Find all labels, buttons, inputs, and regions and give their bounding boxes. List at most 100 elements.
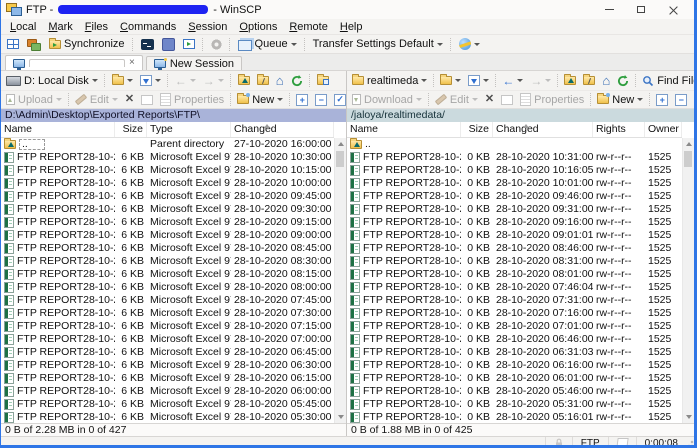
- session-tab-active[interactable]: ×: [5, 55, 143, 70]
- file-row[interactable]: FTP REPORT28-10-20... 6 KB Microsoft Exc…: [1, 385, 334, 398]
- minimize-button[interactable]: [593, 1, 625, 18]
- resize-grip-icon[interactable]: [686, 437, 694, 448]
- file-row[interactable]: FTP REPORT28-10-20... 6 KB Microsoft Exc…: [1, 177, 334, 190]
- notifications-status[interactable]: [608, 437, 636, 448]
- remote-home-directory-button[interactable]: ⌂: [599, 73, 613, 89]
- scroll-thumb[interactable]: [336, 151, 344, 167]
- preferences-button[interactable]: [208, 36, 225, 52]
- local-path-bar[interactable]: D:\Admin\Desktop\Exported Reports\FTP\: [1, 109, 346, 122]
- column-header-owner[interactable]: Owner: [645, 122, 682, 137]
- toggle-layout-button[interactable]: [4, 36, 22, 52]
- maximize-button[interactable]: [625, 1, 657, 18]
- menu-session[interactable]: Session: [182, 21, 233, 33]
- column-header-rights[interactable]: Rights: [593, 122, 645, 137]
- file-row[interactable]: FTP REPORT28-10-20... 6 KB Microsoft Exc…: [1, 268, 334, 281]
- file-row[interactable]: FTP REPORT28-10-20... 0 KB 28-10-2020 06…: [347, 372, 682, 385]
- file-row[interactable]: FTP REPORT28-10-20... 0 KB 28-10-2020 07…: [347, 307, 682, 320]
- file-row[interactable]: FTP REPORT28-10-20... 6 KB Microsoft Exc…: [1, 229, 334, 242]
- file-row[interactable]: FTP REPORT28-10-20... 0 KB 28-10-2020 10…: [347, 151, 682, 164]
- download-button[interactable]: Download: [349, 92, 425, 108]
- menu-remote[interactable]: Remote: [283, 21, 334, 33]
- file-row[interactable]: FTP REPORT28-10-20... 0 KB 28-10-2020 07…: [347, 281, 682, 294]
- file-row[interactable]: FTP REPORT28-10-20... 0 KB 28-10-2020 10…: [347, 164, 682, 177]
- scroll-down-icon[interactable]: [683, 411, 694, 423]
- file-row[interactable]: FTP REPORT28-10-20... 6 KB Microsoft Exc…: [1, 398, 334, 411]
- parent-directory-row[interactable]: ..: [347, 138, 682, 151]
- scrollbar[interactable]: [682, 138, 694, 423]
- file-row[interactable]: FTP REPORT28-10-20... 6 KB Microsoft Exc…: [1, 320, 334, 333]
- local-parent-directory-button[interactable]: [235, 73, 253, 89]
- local-forward-button[interactable]: →: [200, 73, 227, 89]
- file-row[interactable]: FTP REPORT28-10-20... 0 KB 28-10-2020 10…: [347, 177, 682, 190]
- select-add-button[interactable]: +: [293, 92, 311, 108]
- menu-options[interactable]: Options: [233, 21, 283, 33]
- column-header-size[interactable]: Size: [115, 122, 147, 137]
- tab-close-icon[interactable]: ×: [129, 58, 135, 68]
- select-remove-button[interactable]: −: [312, 92, 330, 108]
- remote-path-bar[interactable]: /jaloya/realtimedata/: [347, 109, 694, 122]
- parent-directory-row[interactable]: .. Parent directory 27-10-2020 16:00:00: [1, 138, 334, 151]
- column-header-name[interactable]: Name: [1, 122, 115, 137]
- scrollbar[interactable]: [334, 138, 346, 423]
- remote-new-button[interactable]: New: [594, 92, 646, 108]
- file-row[interactable]: FTP REPORT28-10-20... 6 KB Microsoft Exc…: [1, 359, 334, 372]
- open-in-putty-button[interactable]: [159, 36, 178, 52]
- remote-directory-combo[interactable]: realtimeda: [349, 73, 430, 89]
- rename-button[interactable]: [138, 92, 156, 108]
- remote-select-remove-button[interactable]: −: [672, 92, 690, 108]
- local-filter-button[interactable]: [137, 73, 164, 89]
- local-refresh-button[interactable]: [288, 73, 306, 89]
- file-row[interactable]: FTP REPORT28-10-20... 0 KB 28-10-2020 09…: [347, 229, 682, 242]
- remote-forward-button[interactable]: →: [527, 73, 554, 89]
- scroll-up-icon[interactable]: [335, 138, 346, 150]
- local-open-in-explorer-button[interactable]: [314, 73, 332, 89]
- remote-parent-directory-button[interactable]: [561, 73, 579, 89]
- protocol-status[interactable]: FTP: [572, 437, 608, 448]
- file-row[interactable]: FTP REPORT28-10-20... 6 KB Microsoft Exc…: [1, 203, 334, 216]
- compare-directories-button[interactable]: [24, 36, 44, 52]
- file-row[interactable]: FTP REPORT28-10-20... 0 KB 28-10-2020 07…: [347, 320, 682, 333]
- new-session-tab[interactable]: New Session: [146, 56, 242, 70]
- remote-rename-button[interactable]: [498, 92, 516, 108]
- open-session-in-browser-button[interactable]: [456, 36, 483, 52]
- file-row[interactable]: FTP REPORT28-10-20... 6 KB Microsoft Exc…: [1, 372, 334, 385]
- file-row[interactable]: FTP REPORT28-10-20... 6 KB Microsoft Exc…: [1, 190, 334, 203]
- scroll-thumb[interactable]: [684, 151, 692, 167]
- file-row[interactable]: FTP REPORT28-10-20... 0 KB 28-10-2020 08…: [347, 242, 682, 255]
- file-row[interactable]: FTP REPORT28-10-20... 6 KB Microsoft Exc…: [1, 333, 334, 346]
- remote-delete-button[interactable]: ✕: [482, 92, 497, 108]
- local-root-directory-button[interactable]: [254, 73, 272, 89]
- delete-button[interactable]: ✕: [122, 92, 137, 108]
- file-row[interactable]: FTP REPORT28-10-20... 6 KB Microsoft Exc…: [1, 307, 334, 320]
- file-row[interactable]: FTP REPORT28-10-20... 0 KB 28-10-2020 06…: [347, 346, 682, 359]
- open-console-button[interactable]: [138, 36, 157, 52]
- synchronize-browsing-button[interactable]: [180, 36, 198, 52]
- column-header-changed[interactable]: Changed: [231, 122, 334, 137]
- file-row[interactable]: FTP REPORT28-10-20... 6 KB Microsoft Exc…: [1, 151, 334, 164]
- file-row[interactable]: FTP REPORT28-10-20... 0 KB 28-10-2020 08…: [347, 268, 682, 281]
- file-row[interactable]: FTP REPORT28-10-20... 0 KB 28-10-2020 08…: [347, 255, 682, 268]
- find-files-button[interactable]: Find Files: [639, 73, 697, 89]
- file-row[interactable]: FTP REPORT28-10-20... 0 KB 28-10-2020 07…: [347, 294, 682, 307]
- local-back-button[interactable]: ←: [172, 73, 199, 89]
- local-home-directory-button[interactable]: ⌂: [273, 73, 287, 89]
- file-row[interactable]: FTP REPORT28-10-20... 0 KB 28-10-2020 05…: [347, 398, 682, 411]
- column-header-size[interactable]: Size: [461, 122, 493, 137]
- menu-files[interactable]: Files: [79, 21, 114, 33]
- remote-properties-button[interactable]: Properties: [517, 92, 587, 108]
- scroll-up-icon[interactable]: [683, 138, 694, 150]
- remote-back-button[interactable]: ←: [499, 73, 526, 89]
- file-row[interactable]: FTP REPORT28-10-20... 0 KB 28-10-2020 05…: [347, 385, 682, 398]
- remote-edit-button[interactable]: Edit: [432, 92, 481, 108]
- encryption-status[interactable]: [545, 437, 572, 448]
- new-button[interactable]: New: [234, 92, 286, 108]
- file-row[interactable]: FTP REPORT28-10-20... 6 KB Microsoft Exc…: [1, 411, 334, 423]
- menu-help[interactable]: Help: [334, 21, 369, 33]
- upload-button[interactable]: Upload: [3, 92, 65, 108]
- remote-root-directory-button[interactable]: [580, 73, 598, 89]
- menu-commands[interactable]: Commands: [114, 21, 182, 33]
- file-row[interactable]: FTP REPORT28-10-20... 0 KB 28-10-2020 06…: [347, 333, 682, 346]
- file-row[interactable]: FTP REPORT28-10-20... 0 KB 28-10-2020 06…: [347, 359, 682, 372]
- menu-local[interactable]: Local: [4, 21, 42, 33]
- edit-button[interactable]: Edit: [72, 92, 121, 108]
